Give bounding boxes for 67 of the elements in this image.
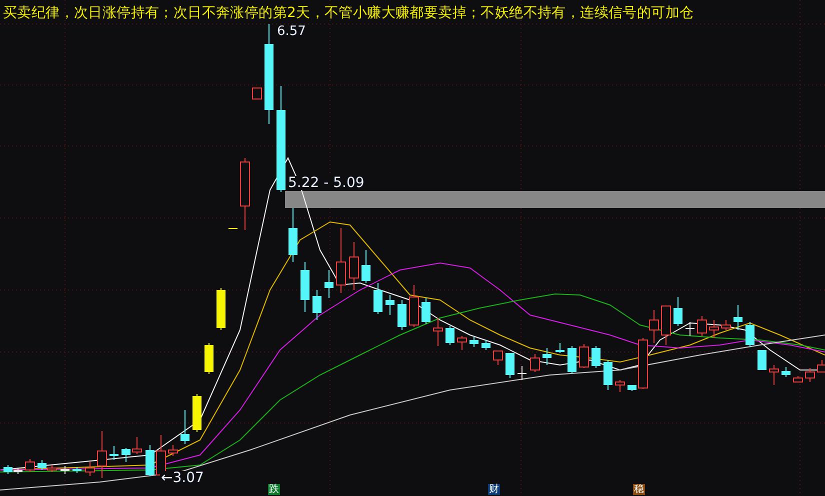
candlestick xyxy=(60,466,70,474)
candlestick xyxy=(446,326,454,346)
event-marker[interactable]: 跌 xyxy=(268,484,280,495)
candlestick xyxy=(349,242,359,290)
candlestick xyxy=(686,322,694,336)
candlestick xyxy=(746,322,754,348)
candlestick xyxy=(758,350,766,370)
candlestick xyxy=(579,344,589,368)
candlestick xyxy=(568,346,576,374)
candlestick xyxy=(482,340,490,350)
candlestick xyxy=(592,346,600,368)
candlestick xyxy=(252,88,262,100)
candlestick xyxy=(734,304,742,330)
candlestick xyxy=(721,320,731,330)
candlestick xyxy=(697,316,707,336)
candlestick xyxy=(362,250,370,284)
candlestick xyxy=(422,298,430,324)
candlestick xyxy=(122,448,130,462)
candlestick xyxy=(4,464,12,474)
candlestick xyxy=(556,342,564,354)
candlestick xyxy=(457,336,467,350)
low-price-label: ←3.07 xyxy=(160,471,205,485)
candlestick xyxy=(216,288,226,330)
candlestick xyxy=(204,342,214,374)
candlestick xyxy=(336,228,346,294)
candlestick xyxy=(110,446,118,460)
candlestick xyxy=(38,460,46,470)
candlestick xyxy=(324,270,334,298)
candlestick xyxy=(615,380,625,392)
event-marker[interactable]: 财 xyxy=(488,484,500,495)
candlestick xyxy=(228,228,238,230)
candlestick xyxy=(168,444,178,456)
candlestick xyxy=(805,368,815,382)
candlestick xyxy=(709,320,719,338)
candlestick xyxy=(146,444,154,476)
candlestick xyxy=(433,318,443,346)
candlestick xyxy=(542,348,552,366)
event-marker[interactable]: 稳 xyxy=(633,484,645,495)
candlestick xyxy=(782,366,790,378)
candlestick xyxy=(132,436,142,454)
candlestick xyxy=(85,462,95,476)
candlestick xyxy=(628,384,636,392)
candlestick xyxy=(470,336,478,348)
candlestick xyxy=(25,458,35,472)
trading-rules-text: 买卖纪律，次日涨停持有；次日不奔涨停的第2天，不管小赚大赚都要卖掉；不妖绝不持有，连续信号的可加仓 xyxy=(3,4,694,22)
price-range-label: 5.22 - 5.09 xyxy=(287,176,366,190)
candlestick xyxy=(769,364,779,386)
candlestick xyxy=(493,350,503,366)
candlestick xyxy=(604,360,612,390)
candlestick xyxy=(180,410,190,444)
candlestick xyxy=(374,282,382,314)
candlestick xyxy=(192,394,202,432)
candlestick xyxy=(661,306,671,346)
candlestick xyxy=(674,296,682,326)
candlestick xyxy=(300,262,310,312)
candlestick xyxy=(97,430,107,478)
candlestick xyxy=(506,352,514,378)
candlestick xyxy=(72,466,82,474)
candlestick xyxy=(530,354,540,372)
candlestick xyxy=(793,376,803,382)
candlestick xyxy=(518,366,526,380)
candlestick xyxy=(386,294,394,316)
candlestick xyxy=(288,208,298,262)
candlestick xyxy=(409,284,419,328)
candlestick xyxy=(312,290,322,320)
candlestick xyxy=(398,300,406,330)
high-price-label: 6.57 xyxy=(276,25,307,38)
